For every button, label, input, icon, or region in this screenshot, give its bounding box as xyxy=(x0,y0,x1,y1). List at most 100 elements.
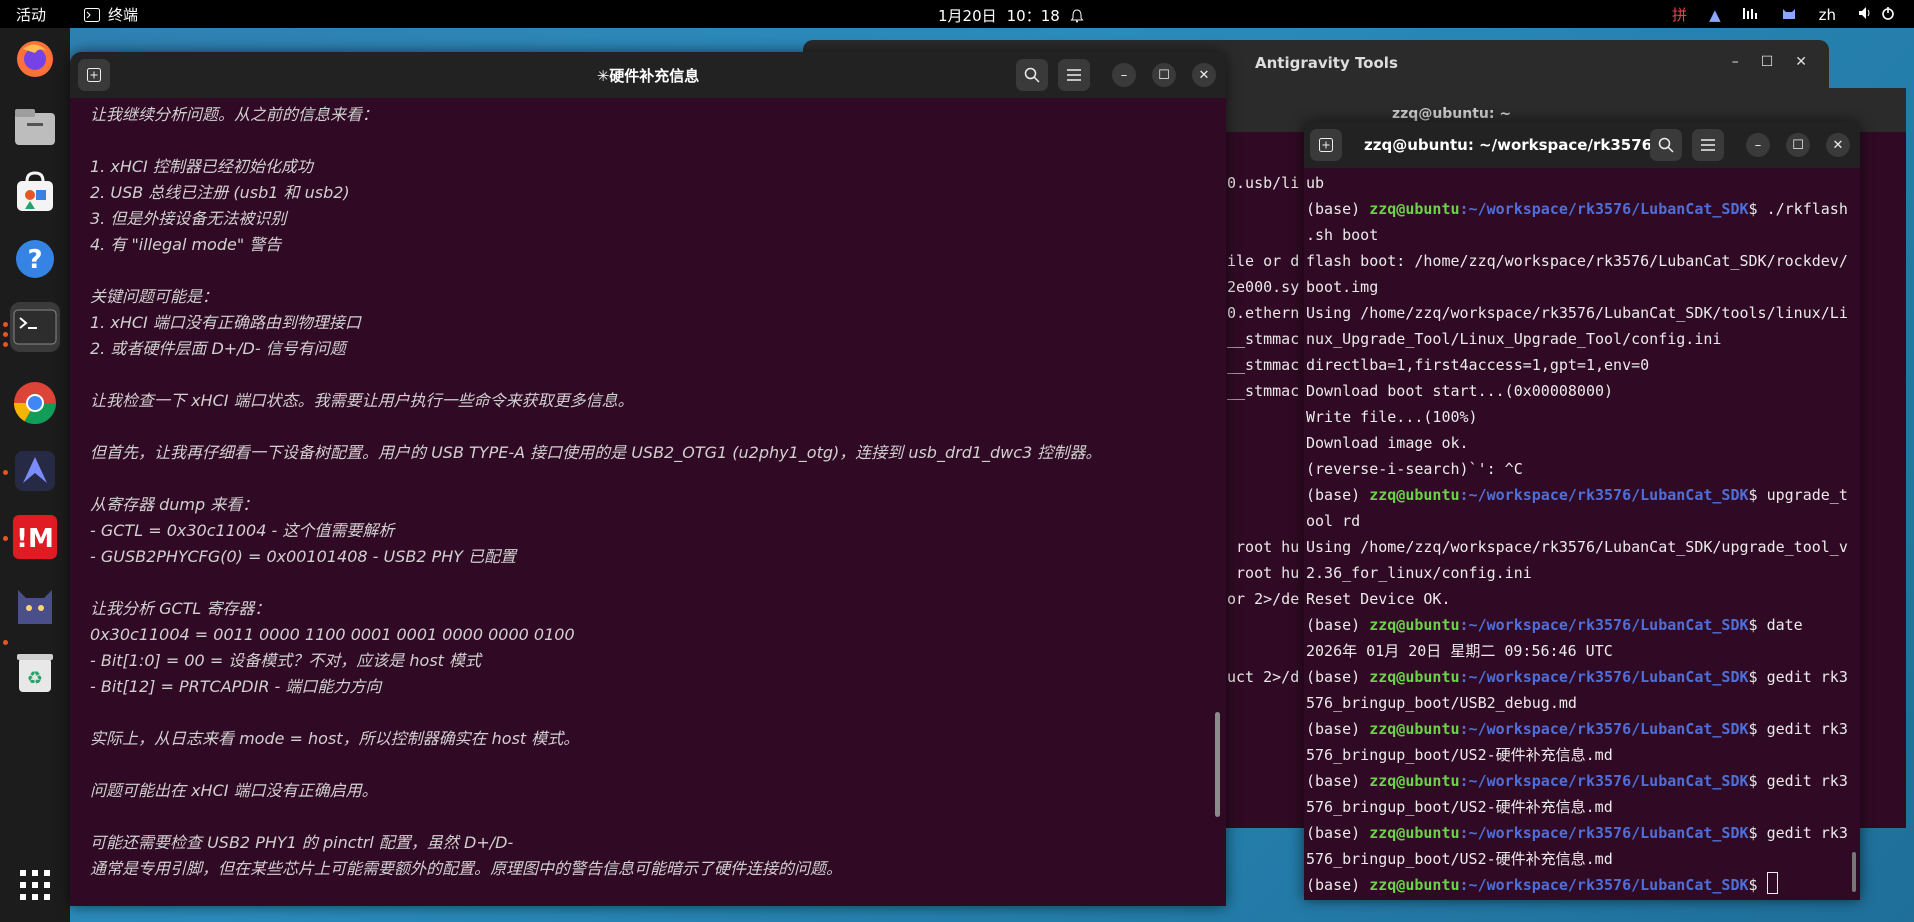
software-icon[interactable] xyxy=(10,168,60,218)
terminal-line: flash boot: /home/zzq/workspace/rk3576/L… xyxy=(1306,252,1848,270)
clock-date: 1月20日 xyxy=(938,7,997,25)
prompt-user: zzq@ubuntu xyxy=(1369,486,1460,504)
running-indicator xyxy=(3,470,8,475)
help-icon[interactable]: ? xyxy=(10,234,60,284)
terminal-line: ile or d xyxy=(1227,252,1300,270)
antigravity-tray-icon[interactable]: ▲ xyxy=(1709,6,1721,24)
close-button[interactable]: ✕ xyxy=(1795,54,1807,70)
minimize-button[interactable]: – xyxy=(1746,133,1770,157)
terminal-line: Reset Device OK. xyxy=(1306,590,1451,608)
terminal-line: 0.ethern xyxy=(1227,304,1300,322)
prompt-env: (base) xyxy=(1306,824,1370,842)
terminal-line: uct 2>/d xyxy=(1227,668,1300,686)
maximize-button[interactable]: ☐ xyxy=(1786,133,1810,157)
terminal-line: ool rd xyxy=(1306,512,1361,530)
terminal-line: 576_bringup_boot/USB2_debug.md xyxy=(1306,694,1577,712)
prompt-env: (base) xyxy=(1306,876,1370,894)
terminal-line: nux_Upgrade_Tool/Linux_Upgrade_Tool/conf… xyxy=(1306,330,1722,348)
search-icon xyxy=(1024,67,1040,83)
menu-button[interactable] xyxy=(1692,129,1724,161)
terminal-icon[interactable] xyxy=(10,302,60,352)
terminal-line: (base) zzq@ubuntu:~/workspace/rk3576/Lub… xyxy=(1306,820,1858,846)
antigravity-icon[interactable] xyxy=(10,446,60,496)
text-line: 问题可能出在 xHCI 端口没有正确启用。 xyxy=(90,781,378,800)
prompt-user: zzq@ubuntu xyxy=(1369,616,1460,634)
maximize-button[interactable]: ☐ xyxy=(1761,54,1774,70)
close-button[interactable]: ✕ xyxy=(1826,133,1850,157)
volume-power-icons[interactable] xyxy=(1858,5,1898,25)
show-apps-icon[interactable] xyxy=(10,860,60,910)
terminal-line: 2026年 01月 20日 星期二 09:56:46 UTC xyxy=(1306,642,1613,660)
terminal-line: (reverse-i-search)`': ^C xyxy=(1306,460,1523,478)
activities-button[interactable]: 活动 xyxy=(16,4,46,25)
terminal-line: Write file...(100%) xyxy=(1306,408,1478,426)
terminal-line: 576_bringup_boot/US2-硬件补充信息.md xyxy=(1306,850,1613,868)
terminal-line: (base) zzq@ubuntu:~/workspace/rk3576/Lub… xyxy=(1306,664,1858,690)
terminal-line: ub xyxy=(1306,174,1325,192)
gedit-text-area[interactable]: 让我继续分析问题。从之前的信息来看： 1. xHCI 控制器已经初始化成功 2. U… xyxy=(90,102,1200,882)
svg-text:?: ? xyxy=(27,245,42,275)
text-line: 0x30c11004 = 0011 0000 1100 0001 0001 00… xyxy=(90,625,575,644)
input-method-icon[interactable]: 拼 xyxy=(1672,4,1687,25)
chrome-icon[interactable] xyxy=(10,378,60,428)
close-button[interactable]: ✕ xyxy=(1192,63,1216,87)
scrollbar[interactable] xyxy=(1852,852,1856,892)
prompt-path: :~/workspace/rk3576/LubanCat_SDK xyxy=(1459,200,1749,218)
command-text: $ date xyxy=(1748,616,1803,634)
antigravity-title: Antigravity Tools xyxy=(1255,54,1398,72)
terminal-line: (base) zzq@ubuntu:~/workspace/rk3576/Lub… xyxy=(1306,716,1858,742)
minimize-button[interactable]: – xyxy=(1112,63,1136,87)
text-line: 4. 有 "illegal mode" 警告 xyxy=(90,235,282,254)
command-text: $ gedit rk3 xyxy=(1748,772,1848,790)
prompt-path: :~/workspace/rk3576/LubanCat_SDK xyxy=(1459,824,1749,842)
app-red-icon[interactable]: !M xyxy=(10,512,60,562)
prompt-env: (base) xyxy=(1306,486,1370,504)
svg-text:♻: ♻ xyxy=(27,668,43,689)
search-button[interactable] xyxy=(1650,129,1682,161)
text-line xyxy=(90,570,1200,596)
system-tray[interactable]: 拼 ▲ zh xyxy=(1672,4,1898,25)
lang-indicator[interactable]: zh xyxy=(1819,6,1836,24)
cat-app-icon[interactable] xyxy=(10,578,60,628)
app-menu[interactable]: 终端 xyxy=(84,4,138,25)
text-line xyxy=(90,752,1200,778)
clock[interactable]: 1月20日 10：18 xyxy=(938,5,1084,26)
bell-icon xyxy=(1070,8,1084,22)
prompt-path: :~/workspace/rk3576/LubanCat_SDK xyxy=(1459,772,1749,790)
menu-button[interactable] xyxy=(1058,59,1090,91)
terminal-line: (base) zzq@ubuntu:~/workspace/rk3576/Lub… xyxy=(1306,872,1858,898)
firefox-icon[interactable] xyxy=(10,34,60,84)
cat-tray-icon[interactable] xyxy=(1781,5,1797,25)
terminal-line: __stmmac xyxy=(1227,330,1300,348)
terminal-line: (base) zzq@ubuntu:~/workspace/rk3576/Lub… xyxy=(1306,768,1858,794)
text-line: 2. USB 总线已注册 (usb1 和 usb2) xyxy=(90,183,350,202)
new-tab-icon xyxy=(1319,138,1333,152)
trash-icon[interactable]: ♻ xyxy=(10,648,60,698)
text-line xyxy=(90,258,1200,284)
terminal-line: Download boot start...(0x00008000) xyxy=(1306,382,1614,400)
text-line: - GUSB2PHYCFG(0) = 0x00101408 - USB2 PHY… xyxy=(90,547,517,566)
terminal-line: 0.usb/li xyxy=(1227,174,1300,192)
new-tab-button[interactable] xyxy=(1310,129,1342,161)
chart-tray-icon[interactable] xyxy=(1742,6,1759,24)
svg-text:!M: !M xyxy=(16,524,54,554)
maximize-button[interactable]: ☐ xyxy=(1152,63,1176,87)
terminal-line: (base) zzq@ubuntu:~/workspace/rk3576/Lub… xyxy=(1306,612,1858,638)
terminal-line: directlba=1,first4access=1,gpt=1,env=0 xyxy=(1306,356,1650,374)
text-line: 通常是专用引脚，但在某些芯片上可能需要额外的配置。原理图中的警告信息可能暗示了硬… xyxy=(90,859,843,878)
text-line: 让我检查一下 xHCI 端口状态。我需要让用户执行一些命令来获取更多信息。 xyxy=(90,391,634,410)
text-line: 让我分析 GCTL 寄存器： xyxy=(90,599,271,618)
minimize-button[interactable]: – xyxy=(1732,54,1739,70)
files-icon[interactable] xyxy=(10,102,60,152)
search-button[interactable] xyxy=(1016,59,1048,91)
scrollbar[interactable] xyxy=(1215,712,1220,817)
command-text: $ gedit rk3 xyxy=(1748,668,1848,686)
terminal-window[interactable]: zzq@ubuntu: ~/workspace/rk3576/... – ☐ ✕… xyxy=(1304,122,1860,900)
top-bar: 活动 终端 1月20日 10：18 拼 ▲ zh xyxy=(0,0,1914,28)
terminal-output[interactable]: ub (base) zzq@ubuntu:~/workspace/rk3576/L… xyxy=(1306,170,1858,898)
gedit-window[interactable]: ✳硬件补充信息 – ☐ ✕ 让我继续分析问题。从之前的信息来看： 1. xHCI … xyxy=(70,52,1226,906)
command-text: $ ./rkflash xyxy=(1748,200,1848,218)
terminal-small-icon xyxy=(84,7,100,22)
running-indicator xyxy=(3,342,8,347)
prompt-path: :~/workspace/rk3576/LubanCat_SDK xyxy=(1459,720,1749,738)
